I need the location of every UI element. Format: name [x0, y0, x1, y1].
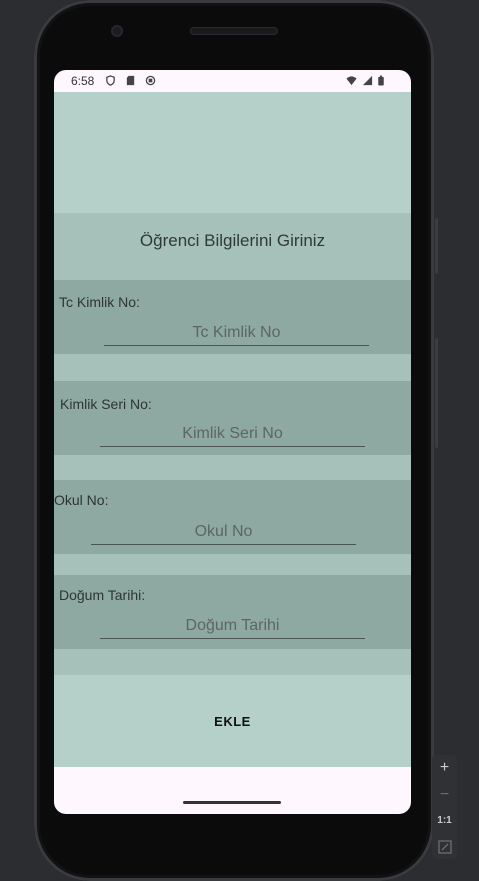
spacer-band [54, 354, 411, 381]
kimlik-seri-input[interactable] [100, 425, 365, 447]
tc-kimlik-input[interactable] [104, 324, 369, 346]
kimlik-seri-label: Kimlik Seri No: [60, 396, 152, 412]
dogum-tarihi-input[interactable] [100, 617, 365, 639]
android-icon [145, 75, 156, 86]
okul-no-input[interactable] [91, 523, 356, 545]
fit-screen-icon[interactable] [432, 835, 457, 859]
zoom-out-button[interactable]: − [432, 783, 457, 807]
spacer-band [54, 554, 411, 575]
power-button[interactable] [435, 218, 438, 274]
gesture-nav-bar[interactable] [183, 801, 281, 804]
status-bar: 6:58 [54, 70, 411, 92]
spacer-band [54, 455, 411, 480]
dogum-tarihi-label: Doğum Tarihi: [59, 587, 146, 603]
spacer-band [54, 649, 411, 675]
status-time: 6:58 [71, 74, 95, 88]
battery-icon [378, 75, 384, 86]
earpiece-speaker [190, 27, 278, 35]
emulator-zoom-controls: + − 1:1 [432, 755, 457, 859]
signal-icon [362, 75, 373, 86]
form-title: Öğrenci Bilgilerini Giriniz [139, 231, 326, 250]
ekle-button[interactable]: EKLE [54, 675, 411, 767]
okul-no-label: Okul No: [54, 492, 109, 508]
sd-card-icon [126, 75, 135, 86]
tc-kimlik-label: Tc Kimlik No: [59, 294, 140, 310]
app-content: Öğrenci Bilgilerini Giriniz Tc Kimlik No… [54, 92, 411, 767]
front-camera [111, 25, 123, 37]
wifi-icon [346, 76, 357, 86]
shield-icon [106, 75, 115, 86]
device-screen: 6:58 Öğrenci Bilgilerini Giriniz Tc Kiml… [54, 70, 411, 814]
volume-button[interactable] [435, 338, 438, 448]
zoom-in-button[interactable]: + [432, 756, 457, 780]
actual-size-button[interactable]: 1:1 [432, 809, 457, 833]
